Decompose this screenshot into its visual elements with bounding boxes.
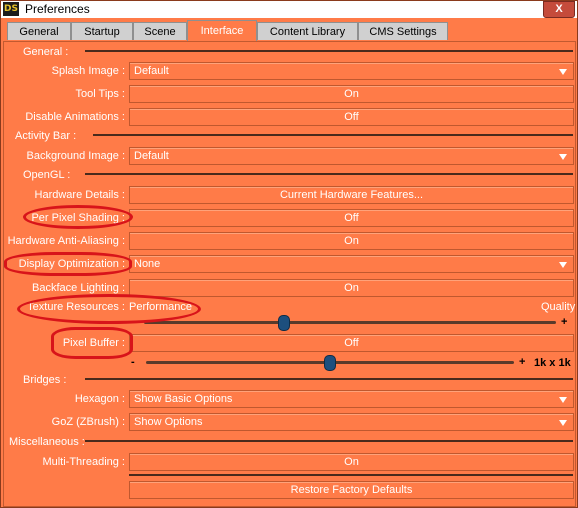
dropdown-arrow-icon xyxy=(559,154,567,160)
dropdown-arrow-icon xyxy=(559,397,567,403)
pixel-buffer-size-value: 1k x 1k xyxy=(534,357,571,369)
slider-minus-icon: - xyxy=(131,356,135,368)
backface-lighting-toggle[interactable]: On xyxy=(129,279,574,297)
tool-tips-toggle[interactable]: On xyxy=(129,85,574,103)
tab-general[interactable]: General xyxy=(7,22,71,40)
multi-threading-toggle[interactable]: On xyxy=(129,453,574,471)
goz-zbrush-value: Show Options xyxy=(134,416,203,428)
pixel-buffer-toggle[interactable]: Off xyxy=(129,334,574,352)
title-bar: DS Preferences X xyxy=(1,1,577,18)
daz-studio-app-icon: DS xyxy=(3,2,19,16)
hardware-anti-aliasing-label: Hardware Anti-Aliasing : xyxy=(7,235,125,247)
slider-handle[interactable] xyxy=(278,315,291,331)
disable-animations-toggle[interactable]: Off xyxy=(129,108,574,126)
annotation-circle xyxy=(23,205,133,229)
hardware-details-label: Hardware Details : xyxy=(34,189,125,201)
section-miscellaneous-title: Miscellaneous : xyxy=(9,436,85,448)
section-opengl-title: OpenGL : xyxy=(23,169,71,181)
multi-threading-label: Multi-Threading : xyxy=(42,456,125,468)
hexagon-dropdown[interactable]: Show Basic Options xyxy=(129,390,574,408)
goz-zbrush-dropdown[interactable]: Show Options xyxy=(129,413,574,431)
tab-scene[interactable]: Scene xyxy=(133,22,187,40)
hardware-anti-aliasing-toggle[interactable]: On xyxy=(129,232,574,250)
background-image-value: Default xyxy=(134,150,169,162)
display-optimization-dropdown[interactable]: None xyxy=(129,255,574,273)
annotation-circle xyxy=(51,327,133,359)
splash-image-value: Default xyxy=(134,65,169,77)
annotation-circle xyxy=(17,294,201,324)
window-title: Preferences xyxy=(25,2,90,16)
section-bridges-title: Bridges : xyxy=(23,374,67,386)
section-divider xyxy=(85,173,573,175)
current-hardware-features-button[interactable]: Current Hardware Features... xyxy=(129,186,574,204)
slider-handle[interactable] xyxy=(324,355,336,371)
disable-animations-label: Disable Animations : xyxy=(25,111,125,123)
annotation-circle xyxy=(4,252,132,276)
close-button[interactable]: X xyxy=(543,1,575,18)
dropdown-arrow-icon xyxy=(559,420,567,426)
section-divider xyxy=(85,440,573,442)
splash-image-label: Splash Image : xyxy=(51,65,125,77)
section-divider xyxy=(85,378,573,380)
hexagon-value: Show Basic Options xyxy=(134,393,233,405)
section-divider xyxy=(85,50,573,52)
tab-content-library[interactable]: Content Library xyxy=(257,22,358,40)
backface-lighting-label: Backface Lighting : xyxy=(32,282,125,294)
slider-track[interactable] xyxy=(144,321,556,324)
display-optimization-value: None xyxy=(134,258,161,270)
goz-zbrush-label: GoZ (ZBrush) : xyxy=(51,416,125,428)
section-general-title: General : xyxy=(23,46,69,58)
background-image-label: Background Image : xyxy=(26,150,125,162)
hexagon-label: Hexagon : xyxy=(74,393,125,405)
texture-quality-label: Quality xyxy=(541,301,576,313)
preferences-window: DS Preferences X General Startup Scene I… xyxy=(0,0,578,508)
dropdown-arrow-icon xyxy=(559,262,567,268)
slider-plus-icon: + xyxy=(561,316,568,328)
section-divider xyxy=(129,474,573,476)
section-divider xyxy=(93,134,573,136)
section-activity-bar-title: Activity Bar : xyxy=(15,130,77,142)
tab-startup[interactable]: Startup xyxy=(71,22,133,40)
splash-image-dropdown[interactable]: Default xyxy=(129,62,574,80)
tab-cms-settings[interactable]: CMS Settings xyxy=(358,22,448,40)
restore-factory-defaults-button[interactable]: Restore Factory Defaults xyxy=(129,481,574,499)
tool-tips-label: Tool Tips : xyxy=(75,88,125,100)
dropdown-arrow-icon xyxy=(559,69,567,75)
background-image-dropdown[interactable]: Default xyxy=(129,147,574,165)
slider-plus-icon: + xyxy=(519,356,526,368)
tab-interface[interactable]: Interface xyxy=(187,20,257,41)
per-pixel-shading-toggle[interactable]: Off xyxy=(129,209,574,227)
